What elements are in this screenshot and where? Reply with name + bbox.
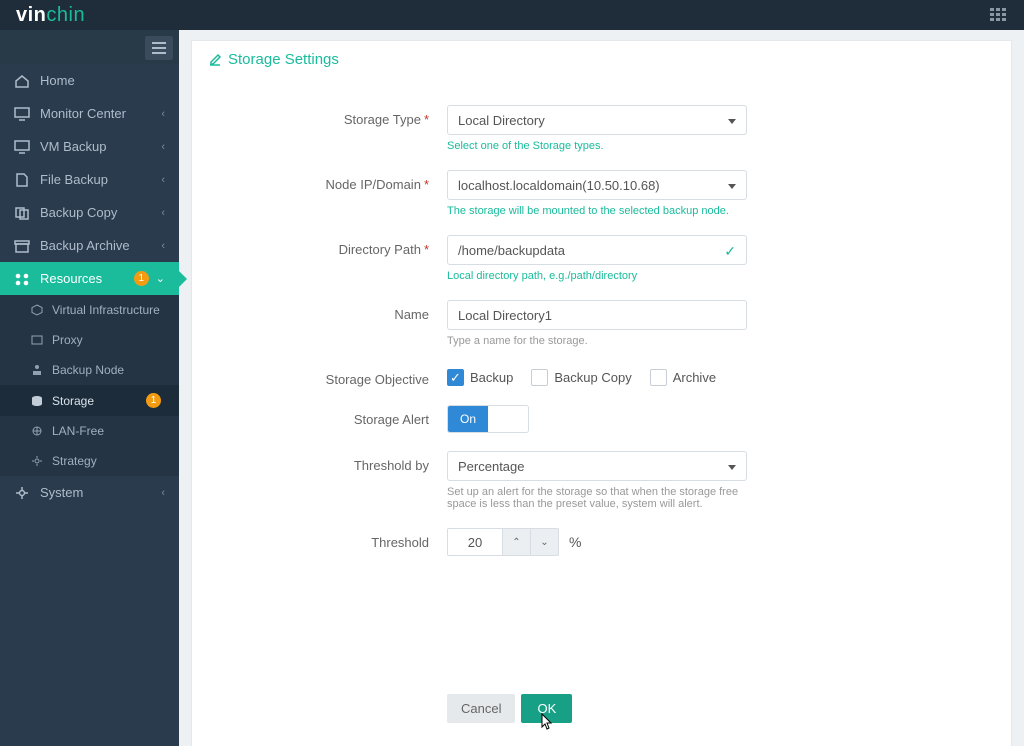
- badge-count: 1: [134, 271, 149, 286]
- sidebar-sub-label: Strategy: [52, 454, 97, 468]
- sidebar-item-backup-copy[interactable]: Backup Copy ‹: [0, 196, 179, 229]
- sidebar-sub-backup-node[interactable]: Backup Node: [0, 355, 179, 385]
- edit-icon: [208, 53, 222, 67]
- brand-logo: vinchin: [16, 4, 85, 27]
- label-node: Node IP/Domain*: [232, 170, 447, 192]
- panel-storage-settings: Storage Settings Storage Type* Local Dir…: [191, 40, 1012, 746]
- sidebar-sub-lan-free[interactable]: LAN-Free: [0, 416, 179, 446]
- sidebar-sub-proxy[interactable]: Proxy: [0, 325, 179, 355]
- hint-directory-path: Local directory path, e.g./path/director…: [447, 270, 767, 282]
- sidebar-item-system[interactable]: System ‹: [0, 476, 179, 509]
- label-directory-path: Directory Path*: [232, 235, 447, 257]
- main-content: Storage Settings Storage Type* Local Dir…: [179, 30, 1024, 746]
- sidebar-item-monitor-center[interactable]: Monitor Center ‹: [0, 97, 179, 130]
- sidebar-toggle-button[interactable]: [145, 36, 173, 60]
- chevron-left-icon: ‹: [161, 240, 165, 252]
- sidebar-item-label: Resources: [40, 271, 102, 286]
- sidebar-item-resources[interactable]: Resources 1 ⌄: [0, 262, 179, 295]
- badge-count: 1: [146, 393, 161, 408]
- hint-node: The storage will be mounted to the selec…: [447, 205, 767, 217]
- node-select[interactable]: localhost.localdomain(10.50.10.68): [447, 170, 747, 200]
- panel-header: Storage Settings: [192, 41, 1011, 77]
- sidebar-item-label: File Backup: [40, 172, 108, 187]
- sidebar-item-backup-archive[interactable]: Backup Archive ‹: [0, 229, 179, 262]
- chevron-left-icon: ‹: [161, 108, 165, 120]
- sidebar: Home Monitor Center ‹ VM Backup ‹ File B…: [0, 30, 179, 746]
- node-icon: [30, 364, 44, 376]
- monitor-icon: [14, 107, 30, 121]
- menu-grid-icon[interactable]: [990, 8, 1008, 22]
- threshold-down-button[interactable]: ⌄: [531, 528, 559, 556]
- hint-name: Type a name for the storage.: [447, 335, 767, 347]
- checkbox-backup[interactable]: ✓Backup: [447, 369, 513, 386]
- topbar: vinchin: [0, 0, 1024, 30]
- toggle-off: [488, 406, 528, 432]
- sidebar-sub-label: Proxy: [52, 333, 83, 347]
- sidebar-item-label: Monitor Center: [40, 106, 126, 121]
- archive-icon: [14, 239, 30, 253]
- proxy-icon: [30, 334, 44, 346]
- sidebar-sub-label: Virtual Infrastructure: [52, 303, 160, 317]
- resources-icon: [14, 272, 30, 286]
- sidebar-item-file-backup[interactable]: File Backup ‹: [0, 163, 179, 196]
- threshold-by-select[interactable]: Percentage: [447, 451, 747, 481]
- gear-icon: [14, 486, 30, 500]
- label-threshold-by: Threshold by: [232, 451, 447, 473]
- label-storage-objective: Storage Objective: [232, 365, 447, 387]
- check-icon: ✓: [724, 243, 736, 260]
- threshold-spinner: 20 ⌃ ⌄: [447, 528, 559, 556]
- threshold-value[interactable]: 20: [447, 528, 503, 556]
- sidebar-item-home[interactable]: Home: [0, 64, 179, 97]
- storage-type-select[interactable]: Local Directory: [447, 105, 747, 135]
- sidebar-sub-label: Storage: [52, 394, 94, 408]
- threshold-up-button[interactable]: ⌃: [503, 528, 531, 556]
- storage-alert-toggle[interactable]: On: [447, 405, 529, 433]
- gear-icon: [30, 455, 44, 467]
- label-threshold: Threshold: [232, 528, 447, 550]
- sidebar-item-vm-backup[interactable]: VM Backup ‹: [0, 130, 179, 163]
- name-input[interactable]: Local Directory1: [447, 300, 747, 330]
- toggle-on: On: [448, 406, 488, 432]
- storage-form: Storage Type* Local Directory Select one…: [192, 77, 1011, 746]
- sidebar-item-label: System: [40, 485, 83, 500]
- hint-storage-type: Select one of the Storage types.: [447, 140, 767, 152]
- checkbox-backup-copy[interactable]: Backup Copy: [531, 369, 631, 386]
- label-name: Name: [232, 300, 447, 322]
- sidebar-sub-storage[interactable]: Storage 1: [0, 385, 179, 416]
- chevron-down-icon: ⌄: [156, 272, 165, 285]
- server-icon: [14, 140, 30, 154]
- storage-icon: [30, 395, 44, 407]
- home-icon: [14, 74, 30, 88]
- chevron-left-icon: ‹: [161, 174, 165, 186]
- copy-icon: [14, 206, 30, 220]
- sidebar-sub-strategy[interactable]: Strategy: [0, 446, 179, 476]
- sidebar-sub-label: Backup Node: [52, 363, 124, 377]
- ok-button[interactable]: OK: [521, 694, 572, 723]
- hint-threshold-by: Set up an alert for the storage so that …: [447, 486, 757, 510]
- chevron-left-icon: ‹: [161, 207, 165, 219]
- network-icon: [30, 425, 44, 437]
- label-storage-type: Storage Type*: [232, 105, 447, 127]
- label-storage-alert: Storage Alert: [232, 405, 447, 427]
- cancel-button[interactable]: Cancel: [447, 694, 515, 723]
- sidebar-item-label: Home: [40, 73, 75, 88]
- panel-title: Storage Settings: [228, 51, 339, 68]
- directory-path-input[interactable]: /home/backupdata ✓: [447, 235, 747, 265]
- file-icon: [14, 173, 30, 187]
- sidebar-sub-virtual-infrastructure[interactable]: Virtual Infrastructure: [0, 295, 179, 325]
- sidebar-sub-label: LAN-Free: [52, 424, 104, 438]
- chevron-left-icon: ‹: [161, 141, 165, 153]
- checkbox-archive[interactable]: Archive: [650, 369, 716, 386]
- topbar-right: [990, 8, 1008, 22]
- threshold-unit: %: [569, 534, 581, 550]
- sidebar-item-label: Backup Archive: [40, 238, 130, 253]
- cube-icon: [30, 304, 44, 316]
- sidebar-item-label: Backup Copy: [40, 205, 117, 220]
- sidebar-item-label: VM Backup: [40, 139, 106, 154]
- chevron-left-icon: ‹: [161, 487, 165, 499]
